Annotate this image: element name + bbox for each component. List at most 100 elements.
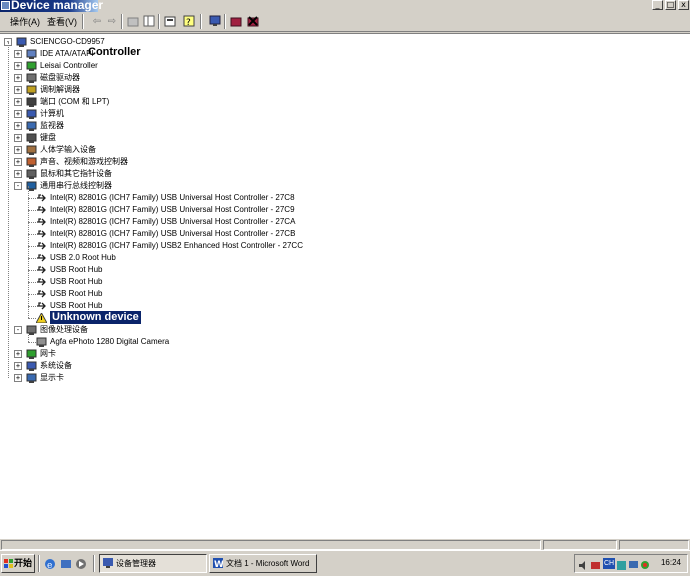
outlook-icon[interactable] [60,557,72,569]
expand-toggle[interactable]: + [14,170,22,178]
tree-item-label: 显示卡 [40,373,64,382]
taskbar-separator [93,555,95,572]
mouse-icon [26,169,37,179]
ime-icon[interactable] [617,558,627,570]
menu-action[interactable]: 操作(A) [10,15,40,28]
tray-app-icon[interactable] [640,558,650,569]
modem-icon [26,85,37,95]
expand-toggle[interactable]: + [14,122,22,130]
tree-item-label: 鼠标和其它指针设备 [40,169,112,178]
expand-toggle[interactable]: + [14,74,22,82]
title-highlight: Device manager [0,0,103,12]
back-arrow-icon[interactable]: ⇦ [90,15,104,29]
tree-connector [28,186,29,318]
device-tree-panel: - SCIENCGO-CD9957 + IDE ATA/ATAPI Controller… [0,33,690,538]
maximize-button[interactable]: □ [665,0,676,10]
tree-connector [28,210,36,211]
start-button[interactable]: 开始 [1,554,35,573]
status-pane-2 [543,540,617,550]
minimize-button[interactable]: _ [652,0,663,10]
tree-connector [28,198,36,199]
title-bar[interactable]: Device manager _ □ x [0,0,690,12]
scan-hardware-icon[interactable] [208,15,222,29]
tree-connector [28,270,36,271]
tree-connector [28,234,36,235]
collapse-toggle[interactable]: - [14,182,22,190]
device-manager-icon [1,1,10,10]
help-icon[interactable]: ? [182,15,196,29]
menu-toolbar-bar: 操作(A) 查看(V) ⇦ ⇨ ? [0,12,690,32]
expand-toggle[interactable]: + [14,362,22,370]
tree-item-label: 图像处理设备 [40,325,88,334]
expand-toggle[interactable]: + [14,50,22,58]
tree-item-label: Intel(R) 82801G (ICH7 Family) USB Univer… [50,217,296,226]
tree-item-label: Leisai Controller [40,61,98,70]
tree-connector [28,306,36,307]
expand-toggle[interactable]: + [14,350,22,358]
uninstall-device-icon[interactable] [246,15,260,29]
tree-item-label: 端口 (COM 和 LPT) [40,97,110,106]
ide-controller-icon [26,49,37,59]
tree-connector [28,294,36,295]
expand-toggle[interactable]: + [14,110,22,118]
expand-toggle[interactable]: + [14,374,22,382]
taskbar-device-manager[interactable]: 设备管理器 [99,554,207,573]
usb-icon [36,193,47,203]
annotation-controller: Controller [88,46,141,58]
up-folder-icon[interactable] [126,15,140,29]
toolbar-separator [200,14,202,29]
show-hide-tree-icon[interactable] [142,15,156,29]
svg-text:?: ? [186,18,191,27]
taskbar-word-document[interactable]: W 文档 1 - Microsoft Word [209,554,317,573]
tree-item-label: 键盘 [40,133,56,142]
camera-icon [36,337,47,347]
svg-text:W: W [214,560,223,568]
usb-icon [36,289,47,299]
svg-text:e: e [47,561,52,570]
start-label: 开始 [14,558,33,568]
ie-icon[interactable]: e [44,557,56,571]
taskbar: 开始 e 设备管理器 W 文档 1 - Microsoft Word CH 16… [0,550,690,576]
window-title: Device manager [11,0,104,12]
clock: 16:24 [660,558,681,567]
device-manager-task-icon [103,558,113,568]
menu-view[interactable]: 查看(V) [47,15,77,28]
disk-drive-icon [26,73,37,83]
tree-item-label: USB Root Hub [50,265,103,274]
windows-logo-icon [4,559,13,568]
tree-item-label: 调制解调器 [40,85,80,94]
display-adapter-icon [26,373,37,383]
tree-item-label: 声音、视频和游戏控制器 [40,157,128,166]
controller-icon [26,61,37,71]
properties-icon[interactable] [163,15,177,29]
toolbar-separator [224,14,226,29]
unknown-device-label: Unknown device [50,311,141,324]
update-driver-icon[interactable] [229,15,243,29]
task-label-word: 文档 1 - Microsoft Word [226,559,310,568]
expand-toggle[interactable]: + [14,146,22,154]
hid-icon [26,145,37,155]
computer-root-icon [16,37,27,47]
tree-item-label: 磁盘驱动器 [40,73,80,82]
status-bar [0,538,690,550]
expand-toggle[interactable]: + [14,98,22,106]
media-player-icon[interactable] [75,557,87,569]
tree-connector [8,42,9,378]
forward-arrow-icon[interactable]: ⇨ [105,15,119,29]
language-indicator[interactable]: CH [603,558,615,569]
tree-item-label: 系统设备 [40,361,72,370]
tree-item-label: Agfa ePhoto 1280 Digital Camera [50,337,170,346]
network-status-icon[interactable] [591,558,601,569]
expand-toggle[interactable]: + [14,62,22,70]
expand-toggle[interactable]: + [14,134,22,142]
system-device-icon [26,361,37,371]
tree-item-label: USB Root Hub [50,277,103,286]
speaker-icon[interactable] [578,558,588,570]
close-button[interactable]: x [678,0,689,10]
expand-toggle[interactable]: + [14,86,22,94]
collapse-toggle[interactable]: - [14,326,22,334]
expand-toggle[interactable]: + [14,158,22,166]
taskbar-separator [38,555,40,572]
device-manager-window: Device manager _ □ x 操作(A) 查看(V) ⇦ ⇨ ? -… [0,0,690,550]
monitor-tray-icon[interactable] [629,558,639,569]
